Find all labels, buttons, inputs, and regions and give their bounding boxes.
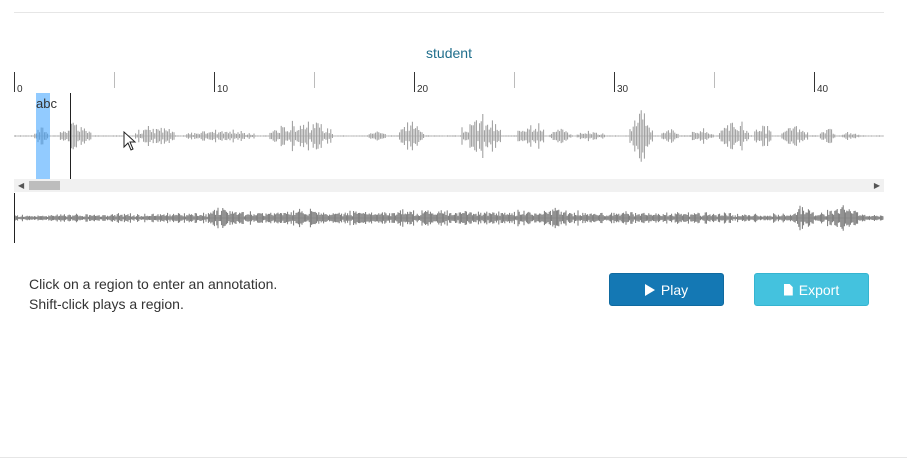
- instruction-line-2: Shift-click plays a region.: [29, 296, 184, 312]
- major-tick: [614, 72, 615, 92]
- waveform-main[interactable]: abc: [14, 93, 884, 179]
- track-title: student: [426, 45, 472, 61]
- play-button-label: Play: [660, 281, 689, 298]
- major-tick: [14, 72, 15, 92]
- scrollbar-thumb[interactable]: [29, 181, 60, 190]
- major-tick: [814, 72, 815, 92]
- minor-tick: [514, 72, 515, 88]
- major-tick: [214, 72, 215, 92]
- instruction-line-1: Click on a region to enter an annotation…: [29, 276, 278, 292]
- minimap-graphic: [14, 205, 884, 231]
- timeline-ruler: 0 10 20 30 40: [14, 72, 884, 95]
- export-button[interactable]: Export: [754, 273, 869, 306]
- play-icon: [644, 283, 655, 296]
- export-button-label: Export: [798, 281, 840, 298]
- major-tick: [414, 72, 415, 92]
- playhead-cursor[interactable]: [70, 93, 71, 179]
- minor-tick: [714, 72, 715, 88]
- minimap-cursor: [14, 193, 15, 243]
- minor-tick: [314, 72, 315, 88]
- file-icon: [783, 283, 793, 296]
- bottom-divider: [0, 457, 907, 458]
- play-button[interactable]: Play: [609, 273, 724, 306]
- top-divider: [14, 12, 884, 13]
- scroll-right-arrow-icon[interactable]: ▶: [874, 181, 880, 190]
- minor-tick: [114, 72, 115, 88]
- region-label: abc: [36, 96, 57, 111]
- horizontal-scrollbar[interactable]: ◀ ▶: [14, 179, 884, 192]
- scroll-left-arrow-icon[interactable]: ◀: [18, 181, 24, 190]
- mouse-cursor-icon: [123, 131, 137, 151]
- waveform-minimap[interactable]: [14, 193, 884, 243]
- waveform-graphic: [14, 110, 884, 162]
- instructions: Click on a region to enter an annotation…: [29, 274, 277, 314]
